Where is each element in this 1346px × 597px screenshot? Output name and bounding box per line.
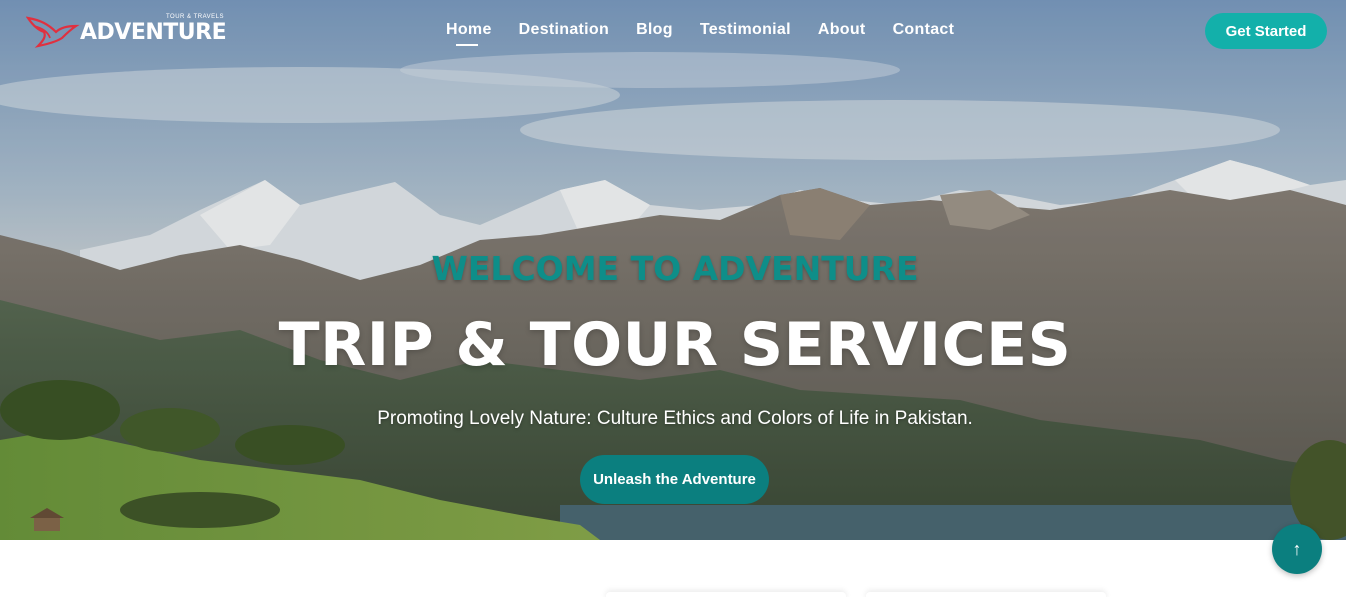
nav-item-home[interactable]: Home [446,21,492,46]
nav-item-testimonial[interactable]: Testimonial [700,21,791,39]
eagle-logo-icon [26,16,80,48]
nav-item-blog[interactable]: Blog [636,21,673,39]
content-card-peek [866,592,1106,597]
hero-section: ADVENTURE TOUR & TRAVELS Home Destinatio… [0,0,1346,540]
back-to-top-button[interactable]: ↑ [1272,524,1322,574]
main-nav: Home Destination Blog Testimonial About … [446,21,955,46]
nav-item-contact[interactable]: Contact [893,21,955,39]
hero-subtitle: Promoting Lovely Nature: Culture Ethics … [377,408,973,429]
nav-item-destination[interactable]: Destination [519,21,609,39]
brand-tagline: TOUR & TRAVELS [166,14,225,20]
hero-headline: TRIP & TOUR SERVICES [278,310,1072,380]
unleash-adventure-button[interactable]: Unleash the Adventure [580,455,769,504]
content-card-peek [606,592,846,597]
brand-logo[interactable]: ADVENTURE TOUR & TRAVELS [26,10,227,50]
hero-welcome-text: WELCOME TO ADVENTURE [431,249,919,288]
brand-name: ADVENTURE [80,20,227,45]
arrow-up-icon: ↑ [1292,538,1302,559]
navbar: ADVENTURE TOUR & TRAVELS Home Destinatio… [0,0,1346,62]
nav-item-about[interactable]: About [818,21,866,39]
get-started-button[interactable]: Get Started [1205,13,1327,49]
